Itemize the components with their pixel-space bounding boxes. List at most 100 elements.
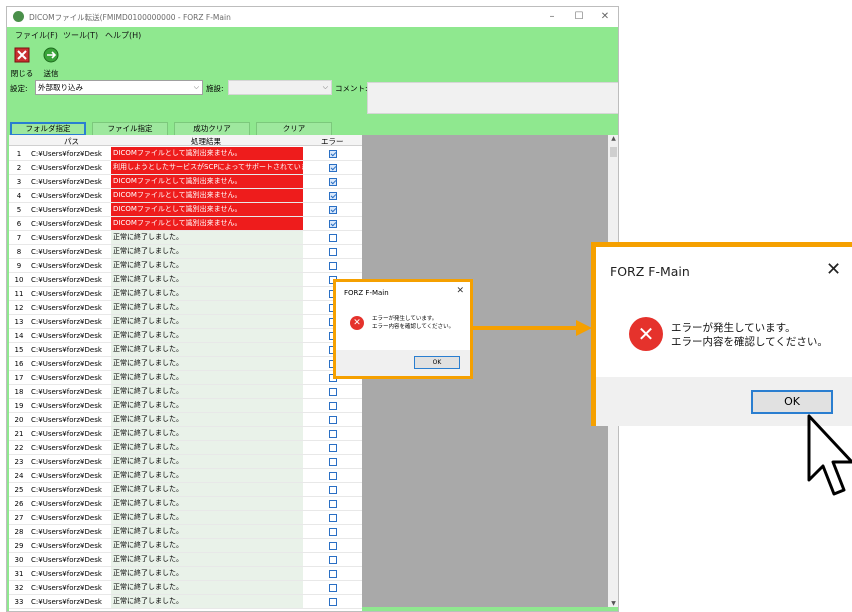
- file-select-button[interactable]: ファイル指定: [92, 122, 168, 136]
- error-checkbox[interactable]: [329, 430, 337, 438]
- table-row[interactable]: 1 C:¥Users¥forz¥Desk DICOMファイルとして識別出来ません。: [9, 147, 362, 161]
- row-result: 正常に終了しました。: [111, 567, 303, 580]
- table-row[interactable]: 14 C:¥Users¥forz¥Desk 正常に終了しました。: [9, 329, 362, 343]
- table-row[interactable]: 25 C:¥Users¥forz¥Desk 正常に終了しました。: [9, 483, 362, 497]
- error-checkbox[interactable]: [329, 500, 337, 508]
- table-row[interactable]: 2 C:¥Users¥forz¥Desk 利用しようとしたサービスがSCPによってサ…: [9, 161, 362, 175]
- row-number: 9: [16, 262, 22, 270]
- table-row[interactable]: 27 C:¥Users¥forz¥Desk 正常に終了しました。: [9, 511, 362, 525]
- table-row[interactable]: 22 C:¥Users¥forz¥Desk 正常に終了しました。: [9, 441, 362, 455]
- table-row[interactable]: 33 C:¥Users¥forz¥Desk 正常に終了しました。: [9, 595, 362, 609]
- menu-tools[interactable]: ツール(T): [63, 30, 98, 41]
- error-checkbox[interactable]: [329, 514, 337, 522]
- scroll-thumb[interactable]: [610, 147, 617, 157]
- row-path: C:¥Users¥forz¥Desk: [31, 486, 102, 494]
- table-row[interactable]: 28 C:¥Users¥forz¥Desk 正常に終了しました。: [9, 525, 362, 539]
- error-checkbox[interactable]: [329, 542, 337, 550]
- row-path: C:¥Users¥forz¥Desk: [31, 570, 102, 578]
- table-row[interactable]: 15 C:¥Users¥forz¥Desk 正常に終了しました。: [9, 343, 362, 357]
- table-row[interactable]: 9 C:¥Users¥forz¥Desk 正常に終了しました。: [9, 259, 362, 273]
- error-checkbox[interactable]: [329, 416, 337, 424]
- error-checkbox[interactable]: [329, 388, 337, 396]
- minimize-button[interactable]: –: [540, 9, 564, 25]
- table-row[interactable]: 10 C:¥Users¥forz¥Desk 正常に終了しました。: [9, 273, 362, 287]
- error-checkbox[interactable]: [329, 150, 337, 158]
- clear-button[interactable]: クリア: [256, 122, 332, 136]
- error-checkbox[interactable]: [329, 206, 337, 214]
- table-row[interactable]: 24 C:¥Users¥forz¥Desk 正常に終了しました。: [9, 469, 362, 483]
- folder-select-button[interactable]: フォルダ指定: [10, 122, 86, 136]
- table-row[interactable]: 7 C:¥Users¥forz¥Desk 正常に終了しました。: [9, 231, 362, 245]
- error-checkbox[interactable]: [329, 584, 337, 592]
- scroll-up-icon[interactable]: ▲: [608, 135, 618, 142]
- error-checkbox[interactable]: [329, 486, 337, 494]
- zoomed-dialog-title: FORZ F-Main: [610, 264, 690, 279]
- error-checkbox[interactable]: [329, 234, 337, 242]
- scroll-down-icon[interactable]: ▼: [608, 600, 618, 607]
- row-result: 正常に終了しました。: [111, 413, 303, 426]
- table-row[interactable]: 29 C:¥Users¥forz¥Desk 正常に終了しました。: [9, 539, 362, 553]
- table-row[interactable]: 3 C:¥Users¥forz¥Desk DICOMファイルとして識別出来ません。: [9, 175, 362, 189]
- table-row[interactable]: 8 C:¥Users¥forz¥Desk 正常に終了しました。: [9, 245, 362, 259]
- table-row[interactable]: 21 C:¥Users¥forz¥Desk 正常に終了しました。: [9, 427, 362, 441]
- error-checkbox[interactable]: [329, 444, 337, 452]
- table-row[interactable]: 19 C:¥Users¥forz¥Desk 正常に終了しました。: [9, 399, 362, 413]
- table-row[interactable]: 6 C:¥Users¥forz¥Desk DICOMファイルとして識別出来ません。: [9, 217, 362, 231]
- menu-file[interactable]: ファイル(F): [15, 30, 58, 41]
- row-result: 正常に終了しました。: [111, 259, 303, 272]
- clear-success-button[interactable]: 成功クリア: [174, 122, 250, 136]
- menu-help[interactable]: ヘルプ(H): [105, 30, 141, 41]
- error-checkbox[interactable]: [329, 192, 337, 200]
- error-checkbox[interactable]: [329, 178, 337, 186]
- error-checkbox[interactable]: [329, 220, 337, 228]
- app-icon: [13, 11, 24, 22]
- table-row[interactable]: 30 C:¥Users¥forz¥Desk 正常に終了しました。: [9, 553, 362, 567]
- dialog-close-icon[interactable]: ✕: [456, 286, 464, 296]
- table-row[interactable]: 16 C:¥Users¥forz¥Desk 正常に終了しました。: [9, 357, 362, 371]
- maximize-button[interactable]: ☐: [567, 9, 591, 25]
- zoomed-ok-button[interactable]: OK: [751, 390, 833, 414]
- error-checkbox[interactable]: [329, 262, 337, 270]
- row-path: C:¥Users¥forz¥Desk: [31, 556, 102, 564]
- error-checkbox[interactable]: [329, 556, 337, 564]
- error-dialog-zoomed: FORZ F-Main ✕ ✕ エラーが発生しています。 エラー内容を確認してく…: [591, 242, 852, 426]
- error-checkbox[interactable]: [329, 458, 337, 466]
- row-result: 正常に終了しました。: [111, 315, 303, 328]
- table-row[interactable]: 20 C:¥Users¥forz¥Desk 正常に終了しました。: [9, 413, 362, 427]
- error-checkbox[interactable]: [329, 164, 337, 172]
- row-path: C:¥Users¥forz¥Desk: [31, 318, 102, 326]
- table-row[interactable]: 18 C:¥Users¥forz¥Desk 正常に終了しました。: [9, 385, 362, 399]
- table-row[interactable]: 5 C:¥Users¥forz¥Desk DICOMファイルとして識別出来ません。: [9, 203, 362, 217]
- send-tool-button[interactable]: 送信: [39, 47, 63, 79]
- table-row[interactable]: 26 C:¥Users¥forz¥Desk 正常に終了しました。: [9, 497, 362, 511]
- error-checkbox[interactable]: [329, 570, 337, 578]
- row-result: 正常に終了しました。: [111, 441, 303, 454]
- dialog-ok-button[interactable]: OK: [414, 356, 460, 369]
- table-row[interactable]: 32 C:¥Users¥forz¥Desk 正常に終了しました。: [9, 581, 362, 595]
- row-result: DICOMファイルとして識別出来ません。: [111, 189, 303, 202]
- row-number: 31: [14, 570, 24, 578]
- table-row[interactable]: 13 C:¥Users¥forz¥Desk 正常に終了しました。: [9, 315, 362, 329]
- setting-select[interactable]: 外部取り込み ⌵: [35, 80, 203, 95]
- close-tool-button[interactable]: 閉じる: [10, 47, 34, 79]
- table-row[interactable]: 4 C:¥Users¥forz¥Desk DICOMファイルとして識別出来ません。: [9, 189, 362, 203]
- table-row[interactable]: 31 C:¥Users¥forz¥Desk 正常に終了しました。: [9, 567, 362, 581]
- callout-arrow-line: [473, 326, 578, 330]
- comment-field[interactable]: [367, 82, 618, 114]
- row-number: 10: [14, 276, 24, 284]
- error-checkbox[interactable]: [329, 248, 337, 256]
- row-result: 正常に終了しました。: [111, 329, 303, 342]
- row-number: 15: [14, 346, 24, 354]
- close-window-button[interactable]: ✕: [593, 9, 617, 25]
- zoomed-dialog-close-icon[interactable]: ✕: [826, 259, 841, 280]
- table-row[interactable]: 11 C:¥Users¥forz¥Desk 正常に終了しました。: [9, 287, 362, 301]
- table-row[interactable]: 17 C:¥Users¥forz¥Desk 正常に終了しました。: [9, 371, 362, 385]
- error-checkbox[interactable]: [329, 472, 337, 480]
- facility-select[interactable]: ⌵: [228, 80, 332, 95]
- table-row[interactable]: 23 C:¥Users¥forz¥Desk 正常に終了しました。: [9, 455, 362, 469]
- row-result: 正常に終了しました。: [111, 427, 303, 440]
- error-checkbox[interactable]: [329, 598, 337, 606]
- error-checkbox[interactable]: [329, 528, 337, 536]
- error-checkbox[interactable]: [329, 402, 337, 410]
- table-row[interactable]: 12 C:¥Users¥forz¥Desk 正常に終了しました。: [9, 301, 362, 315]
